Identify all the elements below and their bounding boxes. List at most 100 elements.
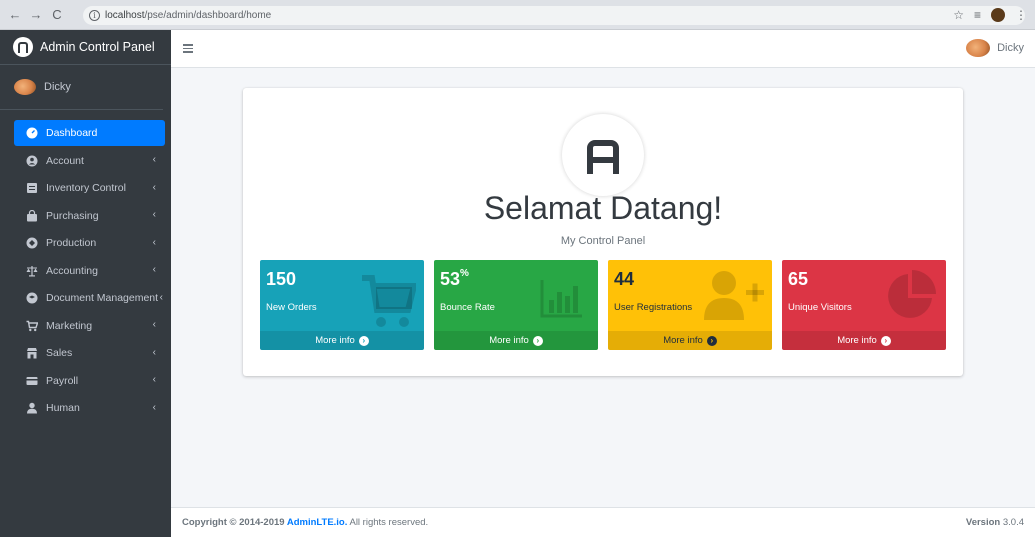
sidebar-item-accounting[interactable]: Accounting ‹ <box>14 257 165 284</box>
star-icon[interactable]: ☆ <box>953 8 964 22</box>
page-footer: Copyright © 2014-2019 AdminLTE.io. All r… <box>171 507 1035 537</box>
sidebar: Admin Control Panel Dicky Dashboard Acco… <box>0 30 171 537</box>
more-info-link[interactable]: More info › <box>608 331 772 350</box>
stat-box-new-orders: 150 New Orders More info › <box>260 260 424 350</box>
sidebar-item-label: Account <box>46 154 84 167</box>
credit-card-icon <box>26 375 38 387</box>
sidebar-item-dashboard[interactable]: Dashboard <box>14 120 165 146</box>
sidebar-item-production[interactable]: Production ‹ <box>14 230 165 257</box>
stat-boxes: 150 New Orders More info › 53% Bounce Rat… <box>260 260 946 350</box>
forward-icon[interactable]: → <box>27 6 45 24</box>
playlist-icon[interactable]: ≡ <box>974 8 981 22</box>
chevron-left-icon: ‹ <box>152 181 156 193</box>
avatar <box>14 79 36 95</box>
copyright-text: Copyright © 2014-2019 AdminLTE.io. All r… <box>182 517 429 528</box>
chevron-left-icon: ‹ <box>152 346 156 358</box>
sidebar-item-sales[interactable]: Sales ‹ <box>14 340 165 367</box>
sidebar-item-label: Human <box>46 402 80 414</box>
stat-label: Unique Visitors <box>788 302 852 313</box>
user-circle-icon <box>26 155 38 167</box>
stat-label: Bounce Rate <box>440 302 495 313</box>
page-subtitle: My Control Panel <box>560 235 646 247</box>
sidebar-item-label: Marketing <box>46 319 93 332</box>
sidebar-menu: Dashboard Account ‹ Inventory Control ‹ … <box>0 110 171 422</box>
sidebar-item-label: Accounting <box>46 264 98 277</box>
sidebar-item-label: Payroll <box>46 374 79 387</box>
chevron-left-icon: ‹ <box>152 236 156 248</box>
welcome-card: Selamat Datang! My Control Panel 150 New… <box>243 88 963 376</box>
stat-box-unique-visitors: 65 Unique Visitors More info › <box>782 260 946 350</box>
sidebar-item-inventory-control[interactable]: Inventory Control ‹ <box>14 175 165 202</box>
arrow-circle-right-icon: › <box>532 335 543 346</box>
stat-value: 65 <box>788 269 809 289</box>
reload-icon[interactable]: C <box>48 6 66 24</box>
page-title: Selamat Datang! <box>483 190 723 226</box>
sidebar-item-human[interactable]: Human ‹ <box>14 395 165 422</box>
sidebar-item-label: Purchasing <box>46 209 99 222</box>
chevron-left-icon: ‹ <box>152 209 156 220</box>
sidebar-item-label: Production <box>46 237 97 249</box>
adminlte-link[interactable]: AdminLTE.io. <box>287 517 348 528</box>
tachometer-icon <box>26 127 38 139</box>
extension-avatar-icon[interactable] <box>991 8 1005 22</box>
chevron-left-icon: ‹ <box>152 154 156 165</box>
stat-value: 150 <box>266 269 297 289</box>
chevron-left-icon: ‹ <box>152 319 156 330</box>
top-user-menu[interactable]: Dicky <box>966 39 1024 57</box>
stat-label: User Registrations <box>614 302 693 313</box>
cart-icon <box>26 320 38 332</box>
sidebar-item-account[interactable]: Account ‹ <box>14 147 165 174</box>
more-info-link[interactable]: More info › <box>782 331 946 350</box>
sidebar-item-label: Document Management <box>46 292 159 304</box>
arrow-circle-right-icon: › <box>880 335 891 346</box>
top-navbar: Dicky <box>171 30 1035 68</box>
store-icon <box>26 347 38 359</box>
back-icon[interactable]: ← <box>6 6 24 24</box>
shopping-bag-icon <box>26 209 38 222</box>
stat-value: 53% <box>440 268 469 289</box>
browser-toolbar: ← → C i localhost/pse/admin/dashboard/ho… <box>0 0 1035 30</box>
more-info-link[interactable]: More info › <box>434 331 598 350</box>
avatar <box>966 39 991 57</box>
sidebar-item-document-management[interactable]: Document Management ‹ <box>14 285 165 312</box>
shopping-cart-icon <box>362 275 416 327</box>
chevron-left-icon: ‹ <box>152 401 156 413</box>
bar-chart-icon <box>540 280 582 318</box>
person-icon <box>26 402 38 414</box>
hamburger-menu-icon[interactable] <box>183 44 193 55</box>
stat-box-user-registrations: 44 User Registrations More info › <box>608 260 772 350</box>
more-info-link[interactable]: More info › <box>260 331 424 350</box>
app-logo <box>562 114 644 196</box>
address-bar[interactable]: i localhost/pse/admin/dashboard/home <box>83 6 1025 25</box>
chevron-left-icon: ‹ <box>159 291 163 303</box>
sidebar-item-label: Dashboard <box>46 127 98 139</box>
sidebar-item-purchasing[interactable]: Purchasing ‹ <box>14 202 165 229</box>
kebab-menu-icon[interactable]: ⋮ <box>1015 8 1027 22</box>
document-icon <box>26 292 38 304</box>
sidebar-item-marketing[interactable]: Marketing ‹ <box>14 312 165 339</box>
url-path: /pse/admin/dashboard/home <box>144 10 272 21</box>
version-info: Version 3.0.4 <box>965 517 1024 528</box>
chevron-left-icon: ‹ <box>152 264 156 275</box>
inventory-icon <box>26 182 38 194</box>
sidebar-item-label: Inventory Control <box>46 182 126 194</box>
url-host: localhost <box>105 10 145 21</box>
balance-scale-icon <box>26 265 38 277</box>
arrow-circle-right-icon: › <box>358 335 369 346</box>
stat-value: 44 <box>614 269 635 289</box>
brand[interactable]: Admin Control Panel <box>0 30 171 65</box>
brand-logo-icon <box>13 37 33 57</box>
stat-box-bounce-rate: 53% Bounce Rate More info › <box>434 260 598 350</box>
production-icon <box>26 237 38 249</box>
chevron-left-icon: ‹ <box>152 374 156 385</box>
user-panel[interactable]: Dicky <box>0 65 163 110</box>
user-plus-icon <box>704 271 764 320</box>
sidebar-user-name: Dicky <box>44 81 71 93</box>
info-icon[interactable]: i <box>89 10 100 21</box>
pie-chart-icon <box>888 270 936 318</box>
logo-icon <box>587 140 619 174</box>
stat-label: New Orders <box>266 302 317 313</box>
sidebar-item-label: Sales <box>46 347 73 359</box>
sidebar-item-payroll[interactable]: Payroll ‹ <box>14 367 165 394</box>
brand-text: Admin Control Panel <box>40 40 155 54</box>
